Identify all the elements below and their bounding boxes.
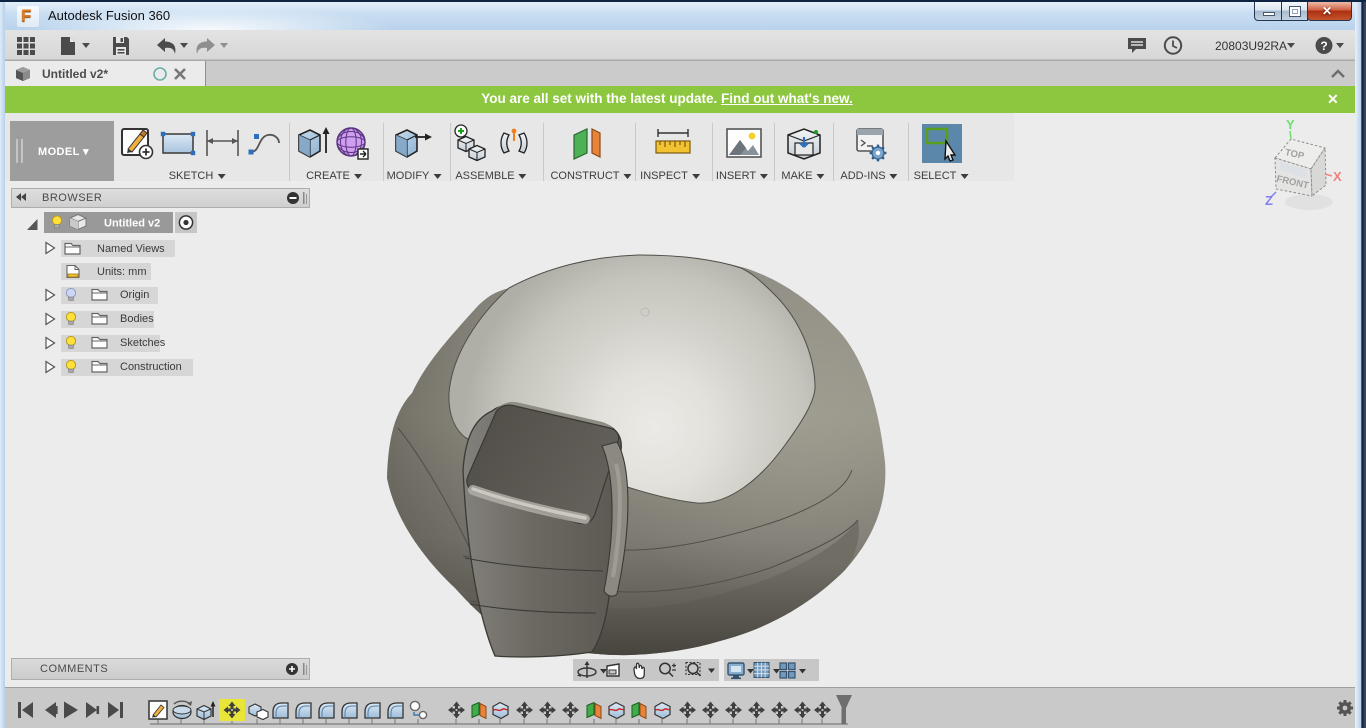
svg-text:Units: mm: Units: mm bbox=[97, 266, 147, 278]
svg-text:Origin: Origin bbox=[120, 289, 149, 301]
svg-text:Untitled v2: Untitled v2 bbox=[104, 218, 160, 230]
svg-text:Construction: Construction bbox=[120, 361, 182, 373]
svg-text:X: X bbox=[1333, 169, 1342, 184]
svg-text:Sketches: Sketches bbox=[120, 337, 166, 349]
svg-text:Y: Y bbox=[1286, 117, 1295, 132]
svg-text:Named Views: Named Views bbox=[97, 243, 165, 255]
svg-text:?: ? bbox=[1320, 39, 1327, 53]
svg-text:Bodies: Bodies bbox=[120, 313, 154, 325]
